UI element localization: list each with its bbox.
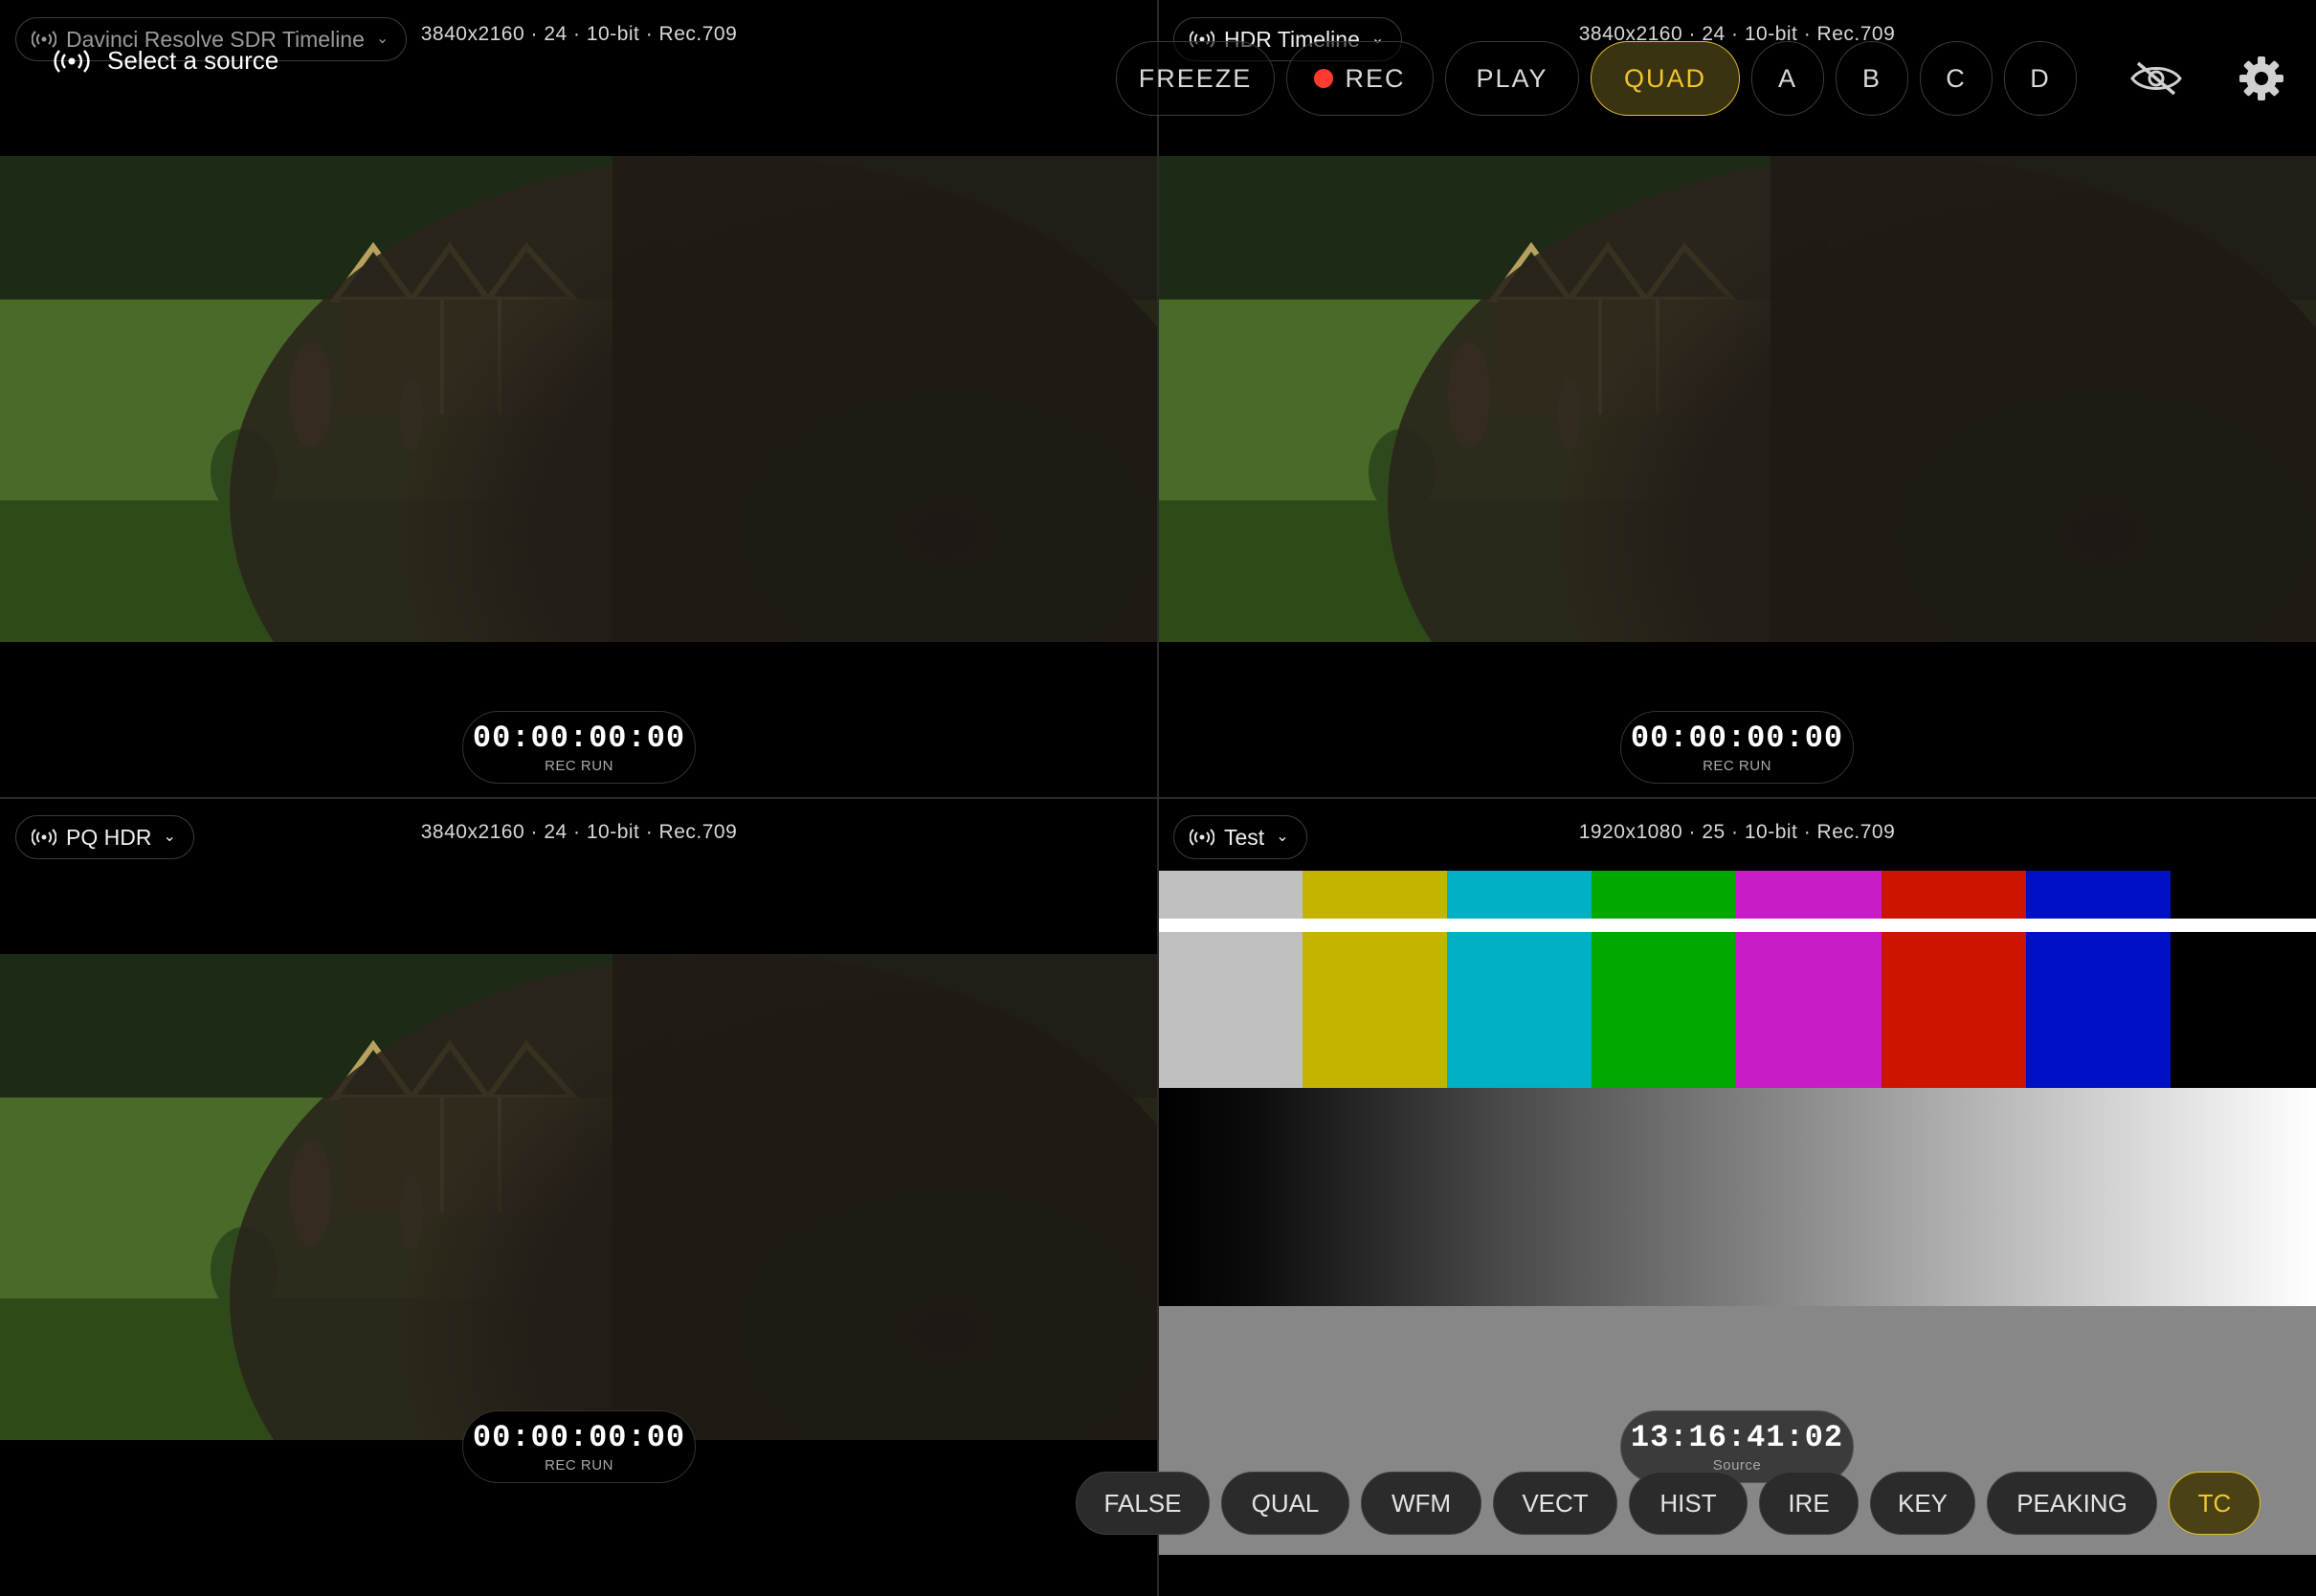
scope-hist[interactable]: HIST [1629, 1472, 1748, 1535]
white-reference-line [1158, 919, 2316, 932]
select-source-hint[interactable]: Select a source [54, 46, 278, 76]
video-frame [1158, 156, 2316, 642]
video-frame [0, 156, 1158, 642]
color-bar [1592, 871, 1736, 1088]
view-c-button[interactable]: C [1920, 41, 1993, 116]
video-still [1158, 156, 2316, 642]
format-info: 3840x2160 · 24 · 10-bit · Rec.709 [420, 23, 738, 45]
color-bar [2171, 871, 2316, 1088]
color-bar [1736, 871, 1882, 1088]
video-still [0, 954, 1158, 1440]
quadrant-divider-horizontal [0, 797, 2316, 799]
record-dot-icon [1314, 69, 1334, 88]
scope-toolbar: FALSE QUAL WFM VECT HIST IRE KEY PEAKING… [1076, 1471, 2260, 1536]
color-bar [1882, 871, 2026, 1088]
top-toolbar: FREEZE REC PLAY QUAD A B C D [1116, 40, 2316, 117]
scope-qual[interactable]: QUAL [1221, 1472, 1349, 1535]
color-bar [1158, 871, 1303, 1088]
timecode-label: REC RUN [545, 757, 613, 774]
quad-monitor-app: Davinci Resolve SDR Timeline ⌄ 3840x2160… [0, 0, 2316, 1596]
settings-button[interactable] [2228, 41, 2295, 116]
timecode-value: 13:16:41:02 [1630, 1419, 1844, 1455]
viewer-quadrant-a[interactable]: Davinci Resolve SDR Timeline ⌄ 3840x2160… [0, 0, 1158, 798]
video-frame [0, 954, 1158, 1440]
scope-wfm[interactable]: WFM [1361, 1472, 1481, 1535]
rec-label: REC [1345, 63, 1406, 93]
scope-vect[interactable]: VECT [1493, 1472, 1617, 1535]
view-a-button[interactable]: A [1751, 41, 1824, 116]
scope-tc[interactable]: TC [2169, 1472, 2260, 1535]
scope-false-color[interactable]: FALSE [1076, 1472, 1210, 1535]
hint-label: Select a source [107, 46, 279, 75]
gear-icon [2239, 56, 2283, 100]
color-bars [1158, 871, 2316, 1088]
scope-peaking[interactable]: PEAKING [1987, 1472, 2157, 1535]
timecode-value: 00:00:00:00 [1630, 720, 1844, 756]
video-still [0, 156, 1158, 642]
timecode-display: 00:00:00:00 REC RUN [462, 1410, 696, 1483]
view-d-button[interactable]: D [2004, 41, 2077, 116]
scope-key[interactable]: KEY [1870, 1472, 1975, 1535]
timecode-label: REC RUN [1703, 757, 1771, 774]
format-info: 1920x1080 · 25 · 10-bit · Rec.709 [1578, 821, 1896, 843]
color-bar [2026, 871, 2171, 1088]
timecode-value: 00:00:00:00 [472, 1419, 686, 1455]
play-button[interactable]: PLAY [1445, 41, 1579, 116]
view-b-button[interactable]: B [1836, 41, 1908, 116]
quad-button[interactable]: QUAD [1591, 41, 1740, 116]
hide-overlay-button[interactable] [2123, 41, 2190, 116]
color-bar [1447, 871, 1592, 1088]
viewer-quadrant-b[interactable]: HDR Timeline ⌄ 3840x2160 · 24 · 10-bit ·… [1158, 0, 2316, 798]
luma-ramp [1158, 1088, 2316, 1306]
rec-button[interactable]: REC [1286, 41, 1434, 116]
broadcast-icon [54, 49, 90, 73]
eye-slash-icon [2130, 61, 2182, 96]
viewer-quadrant-c[interactable]: PQ HDR ⌄ 3840x2160 · 24 · 10-bit · Rec.7… [0, 798, 1158, 1596]
scope-ire[interactable]: IRE [1759, 1472, 1859, 1535]
timecode-value: 00:00:00:00 [472, 720, 686, 756]
freeze-button[interactable]: FREEZE [1116, 41, 1275, 116]
timecode-display: 00:00:00:00 REC RUN [462, 711, 696, 784]
timecode-label: REC RUN [545, 1456, 613, 1474]
color-bar [1303, 871, 1447, 1088]
format-info: 3840x2160 · 24 · 10-bit · Rec.709 [420, 821, 738, 843]
timecode-display: 00:00:00:00 REC RUN [1620, 711, 1854, 784]
